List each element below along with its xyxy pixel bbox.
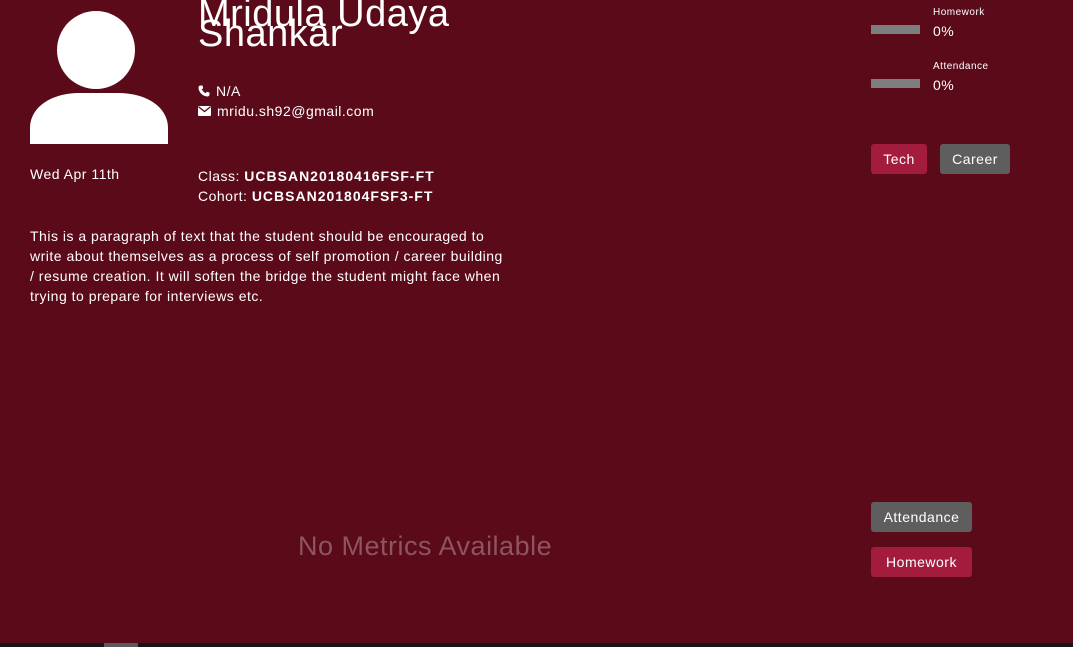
no-metrics-message: No Metrics Available xyxy=(298,531,553,561)
class-info: Class: UCBSAN20180416FSF-FT Cohort: UCBS… xyxy=(198,166,435,206)
email-value: mridu.sh92@gmail.com xyxy=(217,103,375,119)
avatar-user-icon xyxy=(30,11,168,144)
attendance-progress-bar xyxy=(871,79,920,88)
career-button[interactable]: Career xyxy=(940,144,1010,174)
date-label: Wed Apr 11th xyxy=(30,166,120,182)
student-bio: This is a paragraph of text that the stu… xyxy=(30,228,503,304)
phone-row: N/A xyxy=(198,83,241,99)
attendance-button[interactable]: Attendance xyxy=(871,502,972,532)
homework-progress-bar xyxy=(871,25,920,34)
envelope-icon xyxy=(198,106,211,116)
phone-value: N/A xyxy=(216,83,241,99)
class-value: UCBSAN20180416FSF-FT xyxy=(244,168,435,184)
homework-stat-value: 0% xyxy=(933,23,955,39)
attendance-stat-value: 0% xyxy=(933,77,955,93)
tech-button[interactable]: Tech xyxy=(871,144,927,174)
class-label: Class: xyxy=(198,168,240,184)
homework-stat-label: Homework xyxy=(933,7,985,18)
cohort-row: Cohort: UCBSAN201804FSF3-FT xyxy=(198,186,435,206)
email-row: mridu.sh92@gmail.com xyxy=(198,103,374,119)
scrollbar-thumb[interactable] xyxy=(104,643,138,647)
horizontal-scrollbar[interactable] xyxy=(0,643,1073,647)
attendance-stat-label: Attendance xyxy=(933,61,989,72)
cohort-value: UCBSAN201804FSF3-FT xyxy=(251,188,434,204)
homework-button[interactable]: Homework xyxy=(871,547,972,577)
student-name: Mridula Udaya Shankar xyxy=(198,0,450,55)
phone-icon xyxy=(198,85,210,97)
class-row: Class: UCBSAN20180416FSF-FT xyxy=(198,166,435,186)
cohort-label: Cohort: xyxy=(198,188,248,204)
